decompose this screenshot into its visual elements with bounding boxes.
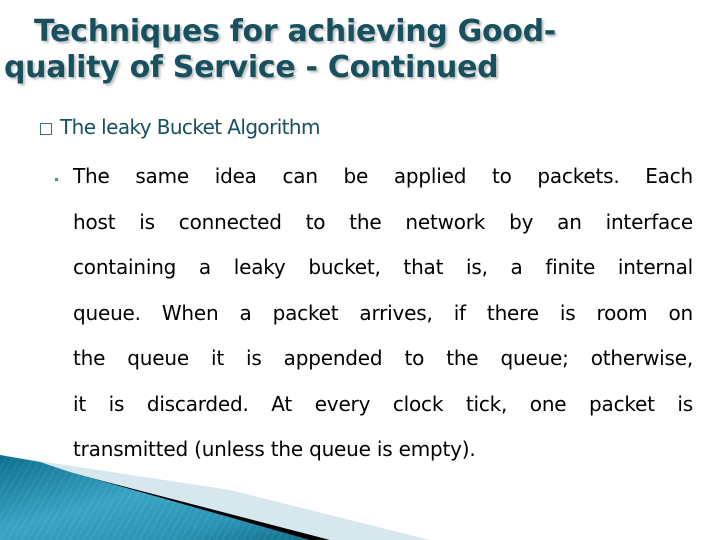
slide-title: Techniques for achieving Good- quality o… bbox=[0, 14, 720, 86]
body-line: transmitted (unless the queue is empty). bbox=[73, 437, 476, 461]
body-line: host is connected to the network by an i… bbox=[73, 209, 693, 234]
title-line-1: Techniques for achieving Good- bbox=[34, 14, 556, 49]
body-line: the queue it is appended to the queue; o… bbox=[73, 346, 693, 370]
body-line: queue. When a packet arrives, if there i… bbox=[73, 300, 693, 325]
body-line: containing a leaky bucket, that is, a fi… bbox=[73, 255, 693, 279]
square-bullet-icon bbox=[40, 122, 52, 135]
subheading-text: The leaky Bucket Algorithm bbox=[60, 115, 320, 139]
body-line: it is discarded. At every clock tick, on… bbox=[73, 391, 693, 416]
title-line-2: quality of Service - Continued bbox=[4, 50, 499, 85]
subheading: The leaky Bucket Algorithm bbox=[40, 114, 320, 140]
body-paragraph: The same idea can be applied to packets.… bbox=[73, 154, 698, 473]
dot-bullet-icon bbox=[55, 178, 58, 181]
body-line: The same idea can be applied to packets.… bbox=[73, 164, 693, 188]
